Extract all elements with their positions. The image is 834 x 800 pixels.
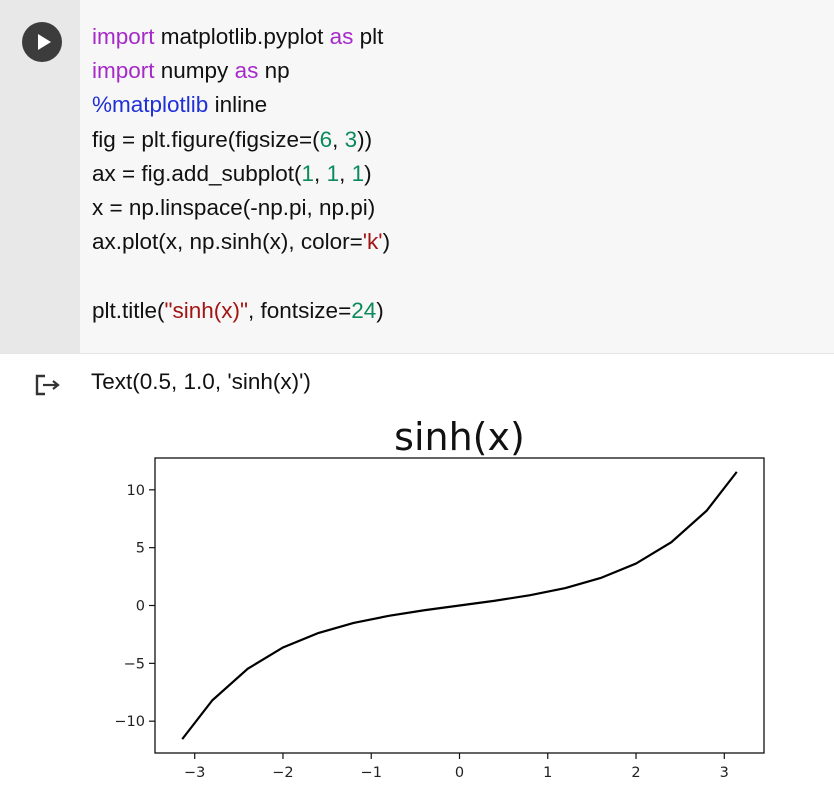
code-token: import	[92, 58, 155, 84]
code-token: as	[329, 24, 354, 49]
code-token: np	[258, 58, 290, 84]
code-token: plt	[353, 24, 384, 49]
sinh-series-line	[181, 471, 738, 740]
code-token: 24	[351, 297, 377, 323]
code-token: "sinh(x)"	[164, 297, 249, 323]
code-line: import matplotlib.pyplot as plt	[92, 20, 390, 54]
code-token: , fontsize=	[248, 297, 352, 323]
code-token: ax.plot(x, np.sinh(x), color=	[92, 229, 363, 255]
y-tick-label: 0	[136, 599, 145, 615]
code-token: 1	[326, 160, 340, 186]
x-tick-label: 2	[631, 765, 640, 781]
code-token: 'k'	[362, 229, 383, 255]
code-token: )	[382, 229, 391, 255]
code-token: ))	[357, 126, 373, 152]
code-token: 6	[319, 126, 333, 152]
chart-title: sinh(x)	[394, 415, 525, 459]
play-icon	[38, 34, 51, 50]
output-arrow-icon	[35, 374, 60, 396]
code-editor[interactable]: import matplotlib.pyplot as plt import nu…	[92, 20, 390, 328]
y-tick-label: 10	[127, 483, 145, 499]
output-text: Text(0.5, 1.0, 'sinh(x)')	[91, 369, 311, 394]
code-line: x = np.linspace(-np.pi, np.pi)	[92, 191, 390, 225]
code-token: ,	[339, 160, 352, 186]
code-token: 1	[301, 160, 315, 186]
code-token: as	[234, 58, 259, 84]
x-tick-label: 1	[543, 765, 552, 781]
code-token: ,	[314, 160, 327, 186]
x-axis: −3 −2 −1 0 1 2 3	[184, 753, 729, 781]
y-axis: −10 −5 0 5 10	[114, 483, 155, 730]
code-token: matplotlib.pyplot	[154, 24, 330, 49]
code-line: ax.plot(x, np.sinh(x), color='k')	[92, 225, 390, 259]
code-line: %matplotlib inline	[92, 88, 390, 122]
y-tick-label: 5	[136, 541, 145, 557]
code-token: 3	[344, 126, 358, 152]
x-tick-label: 0	[455, 765, 464, 781]
x-tick-label: −3	[184, 765, 205, 781]
sinh-chart: sinh(x) −10−50510 −3 −2 −1 0 1 2 3	[114, 415, 765, 781]
code-token: fig = plt.figure(figsize=(	[92, 126, 320, 152]
code-token: x = np.linspace(-np.pi, np.pi)	[92, 194, 376, 220]
code-line: plt.title("sinh(x)", fontsize=24)	[92, 294, 390, 328]
code-line: import numpy as np	[92, 54, 390, 88]
code-cell[interactable]: import matplotlib.pyplot as plt import nu…	[0, 0, 834, 354]
run-cell-button[interactable]	[22, 22, 62, 62]
code-line: ax = fig.add_subplot(1, 1, 1)	[92, 157, 390, 191]
code-token: ,	[332, 126, 345, 152]
x-tick-label: −1	[361, 765, 382, 781]
y-tick-label: −5	[124, 656, 145, 672]
x-tick-label: −2	[272, 765, 293, 781]
code-token: inline	[208, 92, 268, 118]
code-token: ax = fig.add_subplot(	[92, 160, 302, 186]
code-line: fig = plt.figure(figsize=(6, 3))	[92, 123, 390, 157]
code-token: plt.title(	[92, 297, 165, 323]
code-token: )	[364, 160, 372, 186]
code-token: )	[376, 297, 384, 323]
x-tick-label: 3	[720, 765, 729, 781]
code-token: import	[92, 24, 155, 49]
y-tick-label: −10	[114, 714, 145, 730]
code-token: numpy	[154, 58, 235, 84]
code-token: %matplotlib	[92, 92, 209, 118]
code-token: 1	[351, 160, 365, 186]
